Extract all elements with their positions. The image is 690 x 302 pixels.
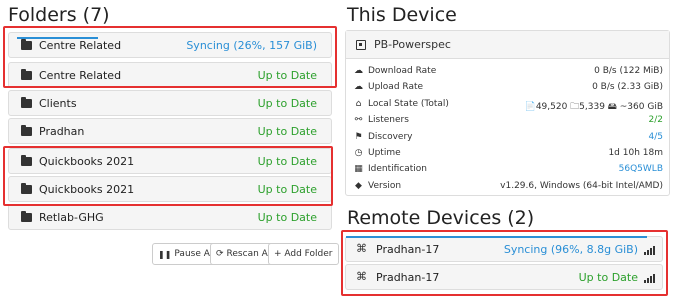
stat-label: Discovery [368, 131, 413, 142]
desktop-icon [356, 39, 366, 50]
stat-label: Local State (Total) [368, 98, 449, 109]
folder-status: Up to Date [257, 125, 317, 138]
cloud-upload-icon: ☁ [354, 82, 363, 93]
stat-row: ▦ Identification 56Q5WLB [346, 163, 669, 179]
stat-label: Listeners [368, 115, 409, 126]
pause-all-label: Pause All [174, 249, 215, 259]
clock-icon: ◷ [354, 148, 363, 158]
stat-value: 56Q5WLB [618, 164, 663, 175]
stat-label: Download Rate [368, 66, 437, 76]
signpost-icon: ⚑ [354, 131, 363, 142]
qrcode-icon: ▦ [354, 164, 363, 175]
folder-icon [21, 97, 32, 108]
stat-value: 0 B/s (122 MiB) [594, 66, 663, 76]
tag-icon: ◆ [355, 180, 362, 191]
device-name: PB-Powerspec [374, 38, 451, 51]
stat-value: 1d 10h 18m [608, 148, 663, 158]
stat-label: Identification [368, 164, 428, 175]
home-icon: ⌂ [355, 98, 362, 109]
rescan-all-label: Rescan All [226, 249, 273, 259]
folder-name: Pradhan [39, 125, 85, 138]
stat-value: 0 B/s (2.33 GiB) [592, 82, 663, 93]
folder-row[interactable]: Pradhan Up to Date [8, 118, 332, 144]
remote-devices-title: Remote Devices (2) [347, 207, 535, 229]
sitemap-icon: ⚯ [354, 115, 363, 126]
stat-row: ◷ Uptime 1d 10h 18m [346, 147, 669, 163]
add-folder-label: + Add Folder [274, 249, 333, 259]
folder-name: Retlab-GHG [39, 211, 104, 224]
folder-icon [21, 125, 32, 136]
add-folder-button[interactable]: + Add Folder [268, 243, 339, 265]
stat-value: 2/2 [648, 115, 663, 126]
cloud-download-icon: ☁ [354, 66, 363, 76]
stat-label: Upload Rate [368, 82, 424, 93]
highlight-box-remote-devices [341, 230, 668, 296]
folder-name: Clients [39, 97, 77, 110]
refresh-icon: ⟳ [216, 249, 224, 259]
stat-label: Uptime [368, 148, 401, 158]
stat-row: ⚯ Listeners 2/2 [346, 114, 669, 130]
this-device-title: This Device [347, 4, 457, 26]
stat-value: 📄49,520 🗀5,339 🖴 ~360 GiB [524, 101, 663, 112]
stat-value: v1.29.6, Windows (64-bit Intel/AMD) [500, 180, 663, 191]
folder-icon [21, 211, 32, 222]
highlight-box-quickbooks [3, 146, 333, 206]
highlight-box-centre-related [3, 26, 337, 88]
stat-label: Version [368, 180, 402, 191]
stat-value: 4/5 [648, 131, 663, 142]
stat-row: ☁ Download Rate 0 B/s (122 MiB) [346, 65, 669, 81]
this-device-panel: PB-Powerspec ☁ Download Rate 0 B/s (122 Mi… [345, 30, 670, 196]
folder-status: Up to Date [257, 211, 317, 224]
pause-icon: ❚❚ [158, 249, 172, 259]
folder-status: Up to Date [257, 97, 317, 110]
stat-row: ⚑ Discovery 4/5 [346, 131, 669, 147]
folder-row[interactable]: Retlab-GHG Up to Date [8, 204, 332, 230]
stat-row: ◆ Version v1.29.6, Windows (64-bit Intel/A… [346, 180, 669, 196]
stat-row: ⌂ Local State (Total) 📄49,520 🗀5,339 🖴 ~36… [346, 98, 669, 114]
folders-title: Folders (7) [8, 4, 110, 26]
folder-row[interactable]: Clients Up to Date [8, 90, 332, 116]
device-header[interactable]: PB-Powerspec [346, 31, 669, 59]
stat-row: ☁ Upload Rate 0 B/s (2.33 GiB) [346, 81, 669, 97]
